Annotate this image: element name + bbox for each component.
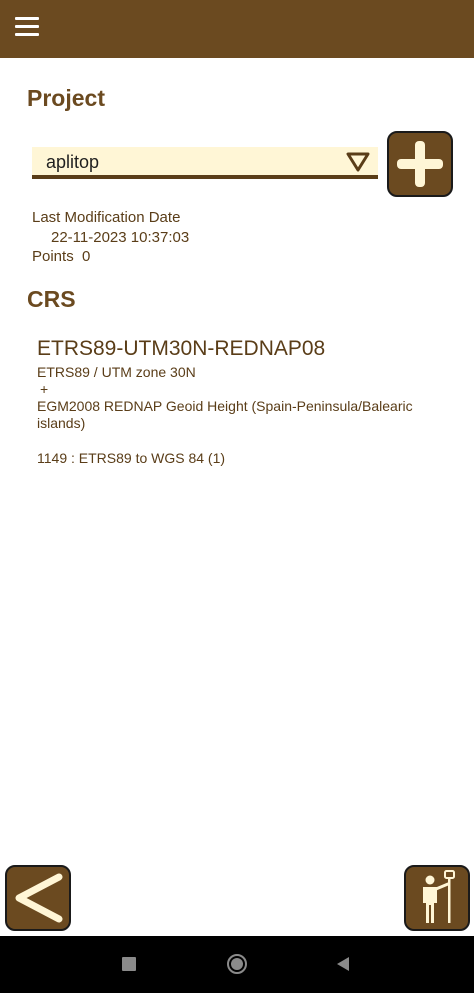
project-title: Project	[27, 85, 105, 111]
project-dropdown[interactable]: aplitop	[32, 147, 378, 179]
crs-plus: +	[40, 381, 49, 397]
back-triangle-icon[interactable]	[335, 956, 351, 972]
recents-square-icon[interactable]	[122, 957, 136, 971]
plus-icon	[397, 141, 443, 187]
last-modification-label: Last Modification Date	[32, 209, 181, 226]
crs-projection: ETRS89 / UTM zone 30N	[37, 364, 196, 380]
crs-transformation: 1149 : ETRS89 to WGS 84 (1)	[37, 450, 226, 466]
last-modification-value: 22-11-2023 10:37:03	[51, 229, 190, 246]
add-project-button[interactable]	[387, 131, 453, 197]
surveyor-button[interactable]	[404, 865, 470, 931]
system-navigation-bar	[0, 936, 474, 993]
crs-name: ETRS89-UTM30N-REDNAP08	[37, 337, 326, 360]
dropdown-triangle-icon	[346, 152, 370, 172]
surveyor-pole-icon	[423, 870, 455, 923]
back-button[interactable]	[5, 865, 71, 931]
points-value: 0	[82, 248, 91, 265]
project-dropdown-value: aplitop	[46, 152, 100, 172]
crs-title: CRS	[27, 286, 76, 312]
crs-geoid: EGM2008 REDNAP Geoid Height (Spain-Penin…	[37, 398, 413, 431]
chevron-left-icon	[15, 873, 63, 923]
points-label: Points	[32, 248, 74, 265]
app-bar	[0, 0, 474, 58]
home-circle-icon[interactable]	[227, 954, 247, 974]
hamburger-menu-icon[interactable]	[15, 17, 39, 37]
